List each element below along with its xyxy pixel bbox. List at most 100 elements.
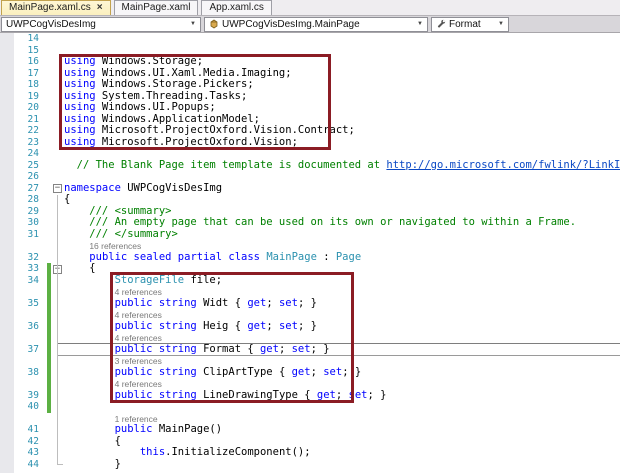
codelens-row[interactable]: 1 reference xyxy=(0,413,620,425)
project-dropdown[interactable]: UWPCogVisDesImg ▼ xyxy=(1,16,201,32)
line-number: 33 xyxy=(27,263,39,274)
code-text: { xyxy=(64,194,71,205)
code-line[interactable]: 21 using Windows.ApplicationModel; xyxy=(0,114,620,126)
code-text: using Microsoft.ProjectOxford.Vision; xyxy=(64,136,298,148)
code-text: } xyxy=(64,458,121,470)
outline-guide-corner xyxy=(57,464,63,465)
close-icon[interactable]: × xyxy=(97,3,103,13)
code-line[interactable]: 42 { xyxy=(0,436,620,448)
line-number: 18 xyxy=(27,79,39,90)
tab-mainpage-xaml-cs[interactable]: MainPage.xaml.cs × xyxy=(1,0,111,15)
line-number: 32 xyxy=(27,251,39,263)
code-line[interactable]: 27 namespace UWPCogVisDesImg xyxy=(0,183,620,195)
code-line[interactable]: 24 xyxy=(0,148,620,160)
code-line[interactable]: 31 /// </summary> xyxy=(0,229,620,241)
code-line[interactable]: 40 xyxy=(0,401,620,413)
line-number: 43 xyxy=(27,447,39,458)
line-number: 23 xyxy=(27,136,39,148)
tab-bar: MainPage.xaml.cs × MainPage.xaml App.xam… xyxy=(0,0,620,16)
code-line[interactable]: 15 xyxy=(0,45,620,57)
class-dropdown[interactable]: UWPCogVisDesImg.MainPage ▼ xyxy=(204,16,428,32)
line-number: 19 xyxy=(27,90,39,102)
codelens-row[interactable]: 4 references xyxy=(0,332,620,344)
tab-mainpage-xaml[interactable]: MainPage.xaml xyxy=(113,0,199,15)
code-text: public string Widt { get; set; } xyxy=(114,297,317,309)
code-line[interactable]: 25 // The Blank Page item template is do… xyxy=(0,160,620,172)
line-number: 37 xyxy=(27,343,39,355)
code-text: { xyxy=(64,435,121,447)
code-line[interactable]: 30 /// An empty page that can be used on… xyxy=(0,217,620,229)
code-line[interactable]: 28 { xyxy=(0,194,620,206)
line-number: 17 xyxy=(27,67,39,79)
code-line[interactable]: 43 this.InitializeComponent(); xyxy=(0,447,620,459)
chevron-down-icon[interactable]: ▼ xyxy=(496,21,506,27)
code-line[interactable]: 35 public string Widt { get; set; } xyxy=(0,298,620,310)
codelens-row[interactable]: 16 references xyxy=(0,240,620,252)
line-number xyxy=(14,332,44,344)
code-text: using Windows.Storage.Pickers; xyxy=(64,79,254,90)
property-wrench-icon xyxy=(436,19,446,29)
code-text: using Microsoft.ProjectOxford.Vision.Con… xyxy=(64,125,355,136)
code-line[interactable]: 32 public sealed partial class MainPage … xyxy=(0,252,620,264)
tab-app-xaml-cs[interactable]: App.xaml.cs xyxy=(201,0,272,15)
collapse-minus-icon[interactable]: − xyxy=(53,184,62,193)
line-number: 31 xyxy=(27,228,39,240)
codelens-text: 4 references xyxy=(114,310,162,320)
codelens-text: 16 references xyxy=(89,241,142,251)
line-number: 39 xyxy=(27,389,39,401)
code-line[interactable]: 23 using Microsoft.ProjectOxford.Vision; xyxy=(0,137,620,149)
code-line[interactable]: 44 } xyxy=(0,459,620,471)
codelens-row[interactable]: 3 references xyxy=(0,355,620,367)
chevron-down-icon[interactable]: ▼ xyxy=(188,21,198,27)
line-number: 30 xyxy=(27,217,39,228)
codelens-text: 4 references xyxy=(114,333,162,343)
current-line-highlight xyxy=(58,343,620,356)
codelens-row[interactable]: 4 references xyxy=(0,378,620,390)
line-number: 38 xyxy=(27,366,39,378)
line-number xyxy=(14,240,44,252)
code-text: namespace UWPCogVisDesImg xyxy=(64,182,223,194)
code-line[interactable]: 33 { xyxy=(0,263,620,275)
tab-label: App.xaml.cs xyxy=(209,2,264,13)
code-text: /// </summary> xyxy=(64,228,178,240)
code-text: StorageFile file; xyxy=(114,274,223,286)
code-line[interactable]: 41 public MainPage() xyxy=(0,424,620,436)
code-line[interactable]: 39 public string LineDrawingType { get; … xyxy=(0,390,620,402)
class-dropdown-value: UWPCogVisDesImg.MainPage xyxy=(222,18,360,30)
line-number: 21 xyxy=(27,113,39,125)
change-tracking-bar xyxy=(47,263,51,413)
line-number: 40 xyxy=(27,401,39,412)
code-line[interactable]: 34 StorageFile file; xyxy=(0,275,620,287)
code-editor[interactable]: 14 15 16 using Windows.Storage; 17 using Wind… xyxy=(0,33,620,473)
codelens-text: 3 references xyxy=(114,356,162,366)
code-text: public MainPage() xyxy=(114,424,223,435)
code-line[interactable]: 16 using Windows.Storage; xyxy=(0,56,620,68)
class-icon xyxy=(209,19,219,29)
code-line[interactable]: 38 public string ClipArtType { get; set;… xyxy=(0,367,620,379)
code-line[interactable]: 17 using Windows.UI.Xaml.Media.Imaging; xyxy=(0,68,620,80)
code-line[interactable]: 26 xyxy=(0,171,620,183)
codelens-row[interactable]: 4 references xyxy=(0,286,620,298)
code-line[interactable]: 20 using Windows.UI.Popups; xyxy=(0,102,620,114)
line-number: 27 xyxy=(27,182,39,194)
code-text: // The Blank Page item template is docum… xyxy=(64,159,620,171)
code-text: using Windows.Storage; xyxy=(64,56,204,67)
line-number xyxy=(14,309,44,321)
chevron-down-icon[interactable]: ▼ xyxy=(415,21,425,27)
line-number: 44 xyxy=(27,458,39,470)
code-line[interactable]: 22 using Microsoft.ProjectOxford.Vision.C… xyxy=(0,125,620,137)
line-number: 22 xyxy=(27,125,39,136)
code-line[interactable]: 18 using Windows.Storage.Pickers; xyxy=(0,79,620,91)
code-line[interactable]: 29 /// <summary> xyxy=(0,206,620,218)
code-line[interactable]: 19 using System.Threading.Tasks; xyxy=(0,91,620,103)
member-dropdown[interactable]: Format ▼ xyxy=(431,16,509,32)
code-line[interactable]: 36 public string Heig { get; set; } xyxy=(0,321,620,333)
code-line[interactable]: 14 xyxy=(0,33,620,45)
line-number: 26 xyxy=(27,171,39,182)
codelens-row[interactable]: 4 references xyxy=(0,309,620,321)
code-text: public string ClipArtType { get; set; } xyxy=(114,366,362,378)
line-number: 35 xyxy=(27,297,39,309)
